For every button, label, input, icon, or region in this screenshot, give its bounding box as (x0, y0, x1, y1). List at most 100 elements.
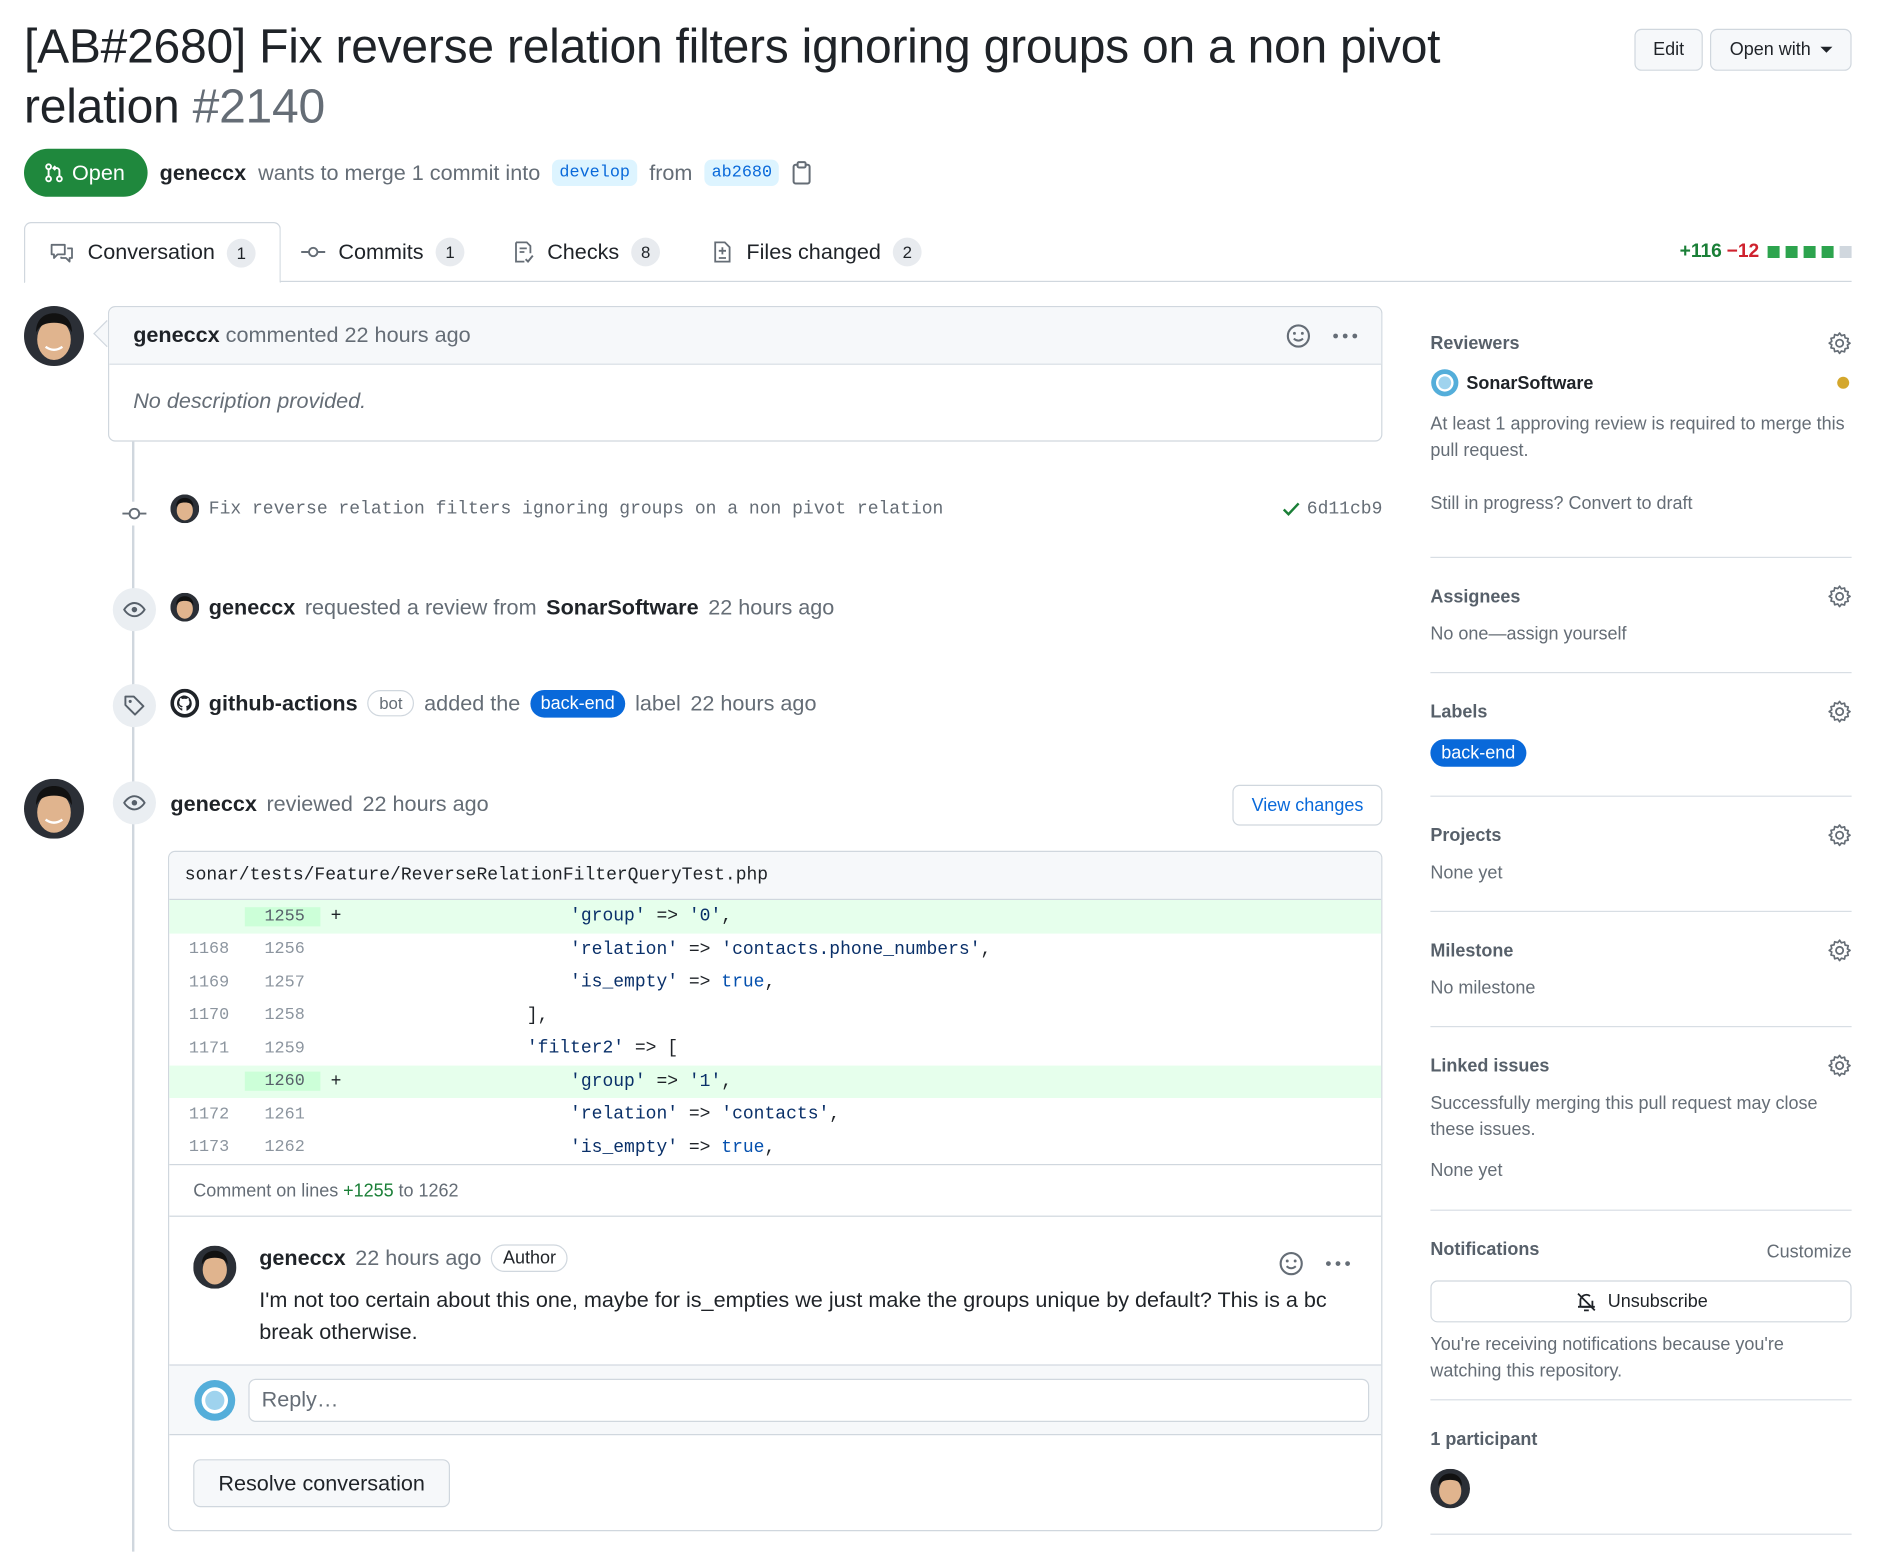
new-line-number[interactable]: 1261 (245, 1105, 321, 1124)
kebab-horizontal-icon[interactable] (1326, 1261, 1350, 1266)
comment-time[interactable]: 22 hours ago (345, 323, 471, 348)
sidebar-title[interactable]: Assignees (1430, 558, 1851, 607)
avatar[interactable] (24, 306, 84, 366)
new-line-number[interactable]: 1262 (245, 1138, 321, 1157)
new-line-number[interactable]: 1260 (244, 1071, 321, 1092)
code-text: ], (344, 1005, 549, 1026)
diff-line[interactable]: 1173 1262 'is_empty' => true, (169, 1131, 1381, 1164)
new-line-number[interactable]: 1259 (245, 1039, 321, 1058)
old-line-number[interactable]: 1172 (169, 1105, 245, 1124)
comment-author[interactable]: geneccx (133, 323, 219, 348)
code-token: 'group' (570, 1071, 646, 1092)
new-line-number[interactable]: 1256 (245, 940, 321, 959)
avatar[interactable] (1430, 1468, 1470, 1509)
code-token: ], (526, 1005, 549, 1026)
file-path[interactable]: sonar/tests/Feature/ReverseRelationFilte… (169, 852, 1382, 901)
avatar[interactable] (170, 494, 200, 524)
old-line-number[interactable]: 1168 (169, 940, 245, 959)
review-time[interactable]: 22 hours ago (363, 792, 489, 817)
gear-icon[interactable] (1828, 938, 1852, 962)
edit-button[interactable]: Edit (1633, 28, 1704, 71)
avatar[interactable] (193, 1245, 237, 1289)
tab-commits[interactable]: Commits 1 (276, 222, 488, 282)
new-line-number[interactable]: 1258 (245, 1006, 321, 1025)
unsubscribe-button[interactable]: Unsubscribe (1430, 1280, 1852, 1323)
old-line-number[interactable]: 1173 (169, 1138, 245, 1157)
sidebar-title[interactable]: Projects (1430, 797, 1851, 846)
old-line-number[interactable]: 1170 (169, 1006, 245, 1025)
avatar[interactable] (24, 778, 84, 839)
customize-link[interactable]: Customize (1767, 1240, 1852, 1266)
pr-author-link[interactable]: geneccx (160, 160, 246, 185)
code-token: , (980, 939, 992, 960)
sidebar-title[interactable]: Labels (1430, 673, 1851, 722)
eye-badge (112, 588, 156, 632)
comment-time[interactable]: 22 hours ago (355, 1246, 481, 1271)
diff-line[interactable]: 1169 1257 'is_empty' => true, (169, 966, 1381, 999)
pr-title: [AB#2680] Fix reverse relation filters i… (24, 17, 1476, 137)
code-text: 'relation' => 'contacts.phone_numbers', (344, 939, 991, 959)
new-line-number[interactable]: 1255 (244, 906, 321, 927)
sidebar-title[interactable]: Reviewers (1430, 314, 1851, 354)
comment-author[interactable]: geneccx (259, 1246, 345, 1271)
commit-message[interactable]: Fix reverse relation filters ignoring gr… (209, 499, 944, 519)
event-time[interactable]: 22 hours ago (708, 595, 834, 620)
event-actor[interactable]: geneccx (209, 595, 295, 620)
tab-checks[interactable]: Checks 8 (487, 222, 684, 282)
label-pill[interactable]: back-end (1430, 739, 1527, 767)
commit-sha[interactable]: 6d11cb9 (1280, 498, 1382, 520)
diff-line[interactable]: 1260 + 'group' => '1', (169, 1065, 1382, 1098)
assign-yourself-link[interactable]: No one—assign yourself (1430, 622, 1851, 648)
tab-label: Conversation (87, 240, 215, 264)
view-changes-button[interactable]: View changes (1232, 784, 1383, 826)
event-reviewer[interactable]: SonarSoftware (546, 595, 698, 620)
gear-icon[interactable] (1828, 700, 1852, 724)
event-label-word: label (635, 690, 681, 715)
code-text: 'group' => '0', (344, 906, 732, 926)
review-author[interactable]: geneccx (170, 792, 256, 817)
reply-input[interactable]: Reply… (248, 1378, 1370, 1422)
diff-line[interactable]: 1170 1258 ], (169, 999, 1381, 1032)
event-actor[interactable]: github-actions (209, 691, 358, 716)
gear-icon[interactable] (1828, 823, 1852, 847)
label-pill[interactable]: back-end (529, 689, 626, 717)
new-line-number[interactable]: 1257 (245, 973, 321, 992)
copy-icon[interactable] (791, 161, 813, 185)
gear-icon[interactable] (1828, 1054, 1852, 1078)
reviewer-name[interactable]: SonarSoftware (1466, 373, 1593, 393)
resolve-conversation-button[interactable]: Resolve conversation (193, 1459, 451, 1508)
tab-files-changed[interactable]: Files changed 2 (686, 222, 945, 282)
code-token: => (678, 939, 722, 960)
diff-line[interactable]: 1168 1256 'relation' => 'contacts.phone_n… (169, 933, 1381, 966)
kebab-horizontal-icon[interactable] (1333, 333, 1358, 338)
avatar[interactable] (1430, 368, 1459, 397)
review-action: reviewed (266, 792, 353, 817)
smiley-icon[interactable] (1278, 1250, 1304, 1276)
eye-icon (123, 795, 146, 811)
event-time[interactable]: 22 hours ago (690, 691, 816, 716)
avatar[interactable] (170, 592, 200, 622)
smiley-icon[interactable] (1285, 322, 1311, 348)
old-line-number[interactable]: 1169 (169, 973, 245, 992)
open-with-button[interactable]: Open with (1710, 28, 1852, 71)
code-token: 'relation' (570, 1104, 679, 1125)
old-line-number[interactable]: 1171 (169, 1039, 245, 1058)
diffstat[interactable]: +116 −12 (1680, 241, 1852, 263)
github-logo-icon[interactable] (170, 688, 200, 718)
review-comment-body: I'm not too certain about this one, mayb… (259, 1287, 1327, 1344)
check-icon[interactable] (1280, 498, 1302, 520)
sidebar-title[interactable]: Milestone (1430, 912, 1851, 961)
diff-line[interactable]: 1255 + 'group' => '0', (169, 900, 1382, 934)
eye-badge (112, 781, 156, 825)
head-branch[interactable]: ab2680 (704, 159, 780, 186)
base-branch[interactable]: develop (552, 159, 638, 186)
diff-line[interactable]: 1171 1259 'filter2' => [ (169, 1032, 1381, 1065)
tab-conversation[interactable]: Conversation 1 (24, 222, 281, 284)
avatar[interactable] (193, 1378, 236, 1421)
sidebar-title[interactable]: Linked issues (1430, 1027, 1851, 1076)
gear-icon[interactable] (1828, 331, 1852, 355)
gear-icon[interactable] (1828, 584, 1852, 608)
convert-to-draft-link[interactable]: Still in progress? Convert to draft (1430, 491, 1851, 517)
diff-line[interactable]: 1172 1261 'relation' => 'contacts', (169, 1098, 1381, 1131)
